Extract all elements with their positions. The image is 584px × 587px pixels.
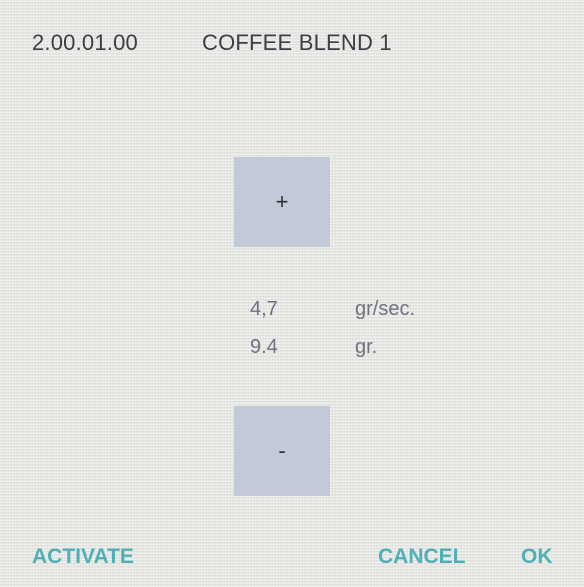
flow-rate-unit: gr/sec. <box>355 298 416 320</box>
decrease-button[interactable]: - <box>234 406 330 496</box>
ok-button[interactable]: OK <box>521 545 553 569</box>
flow-rate-readout: 4,7 gr/sec. <box>250 298 415 321</box>
minus-icon: - <box>278 438 286 463</box>
weight-unit: gr. <box>355 336 378 358</box>
header: 2.00.01.00 COFFEE BLEND 1 <box>32 30 392 56</box>
flow-rate-value: 4,7 <box>250 298 278 320</box>
increase-button[interactable]: + <box>234 157 330 247</box>
menu-code: 2.00.01.00 <box>32 30 138 55</box>
weight-value: 9.4 <box>250 336 278 358</box>
page-title: COFFEE BLEND 1 <box>202 30 392 55</box>
plus-icon: + <box>275 189 289 214</box>
weight-readout: 9.4 gr. <box>250 336 377 359</box>
cancel-button[interactable]: CANCEL <box>378 545 466 569</box>
activate-button[interactable]: ACTIVATE <box>32 545 134 569</box>
coffee-blend-screen: 2.00.01.00 COFFEE BLEND 1 + 4,7 gr/sec. 9.… <box>0 0 584 587</box>
